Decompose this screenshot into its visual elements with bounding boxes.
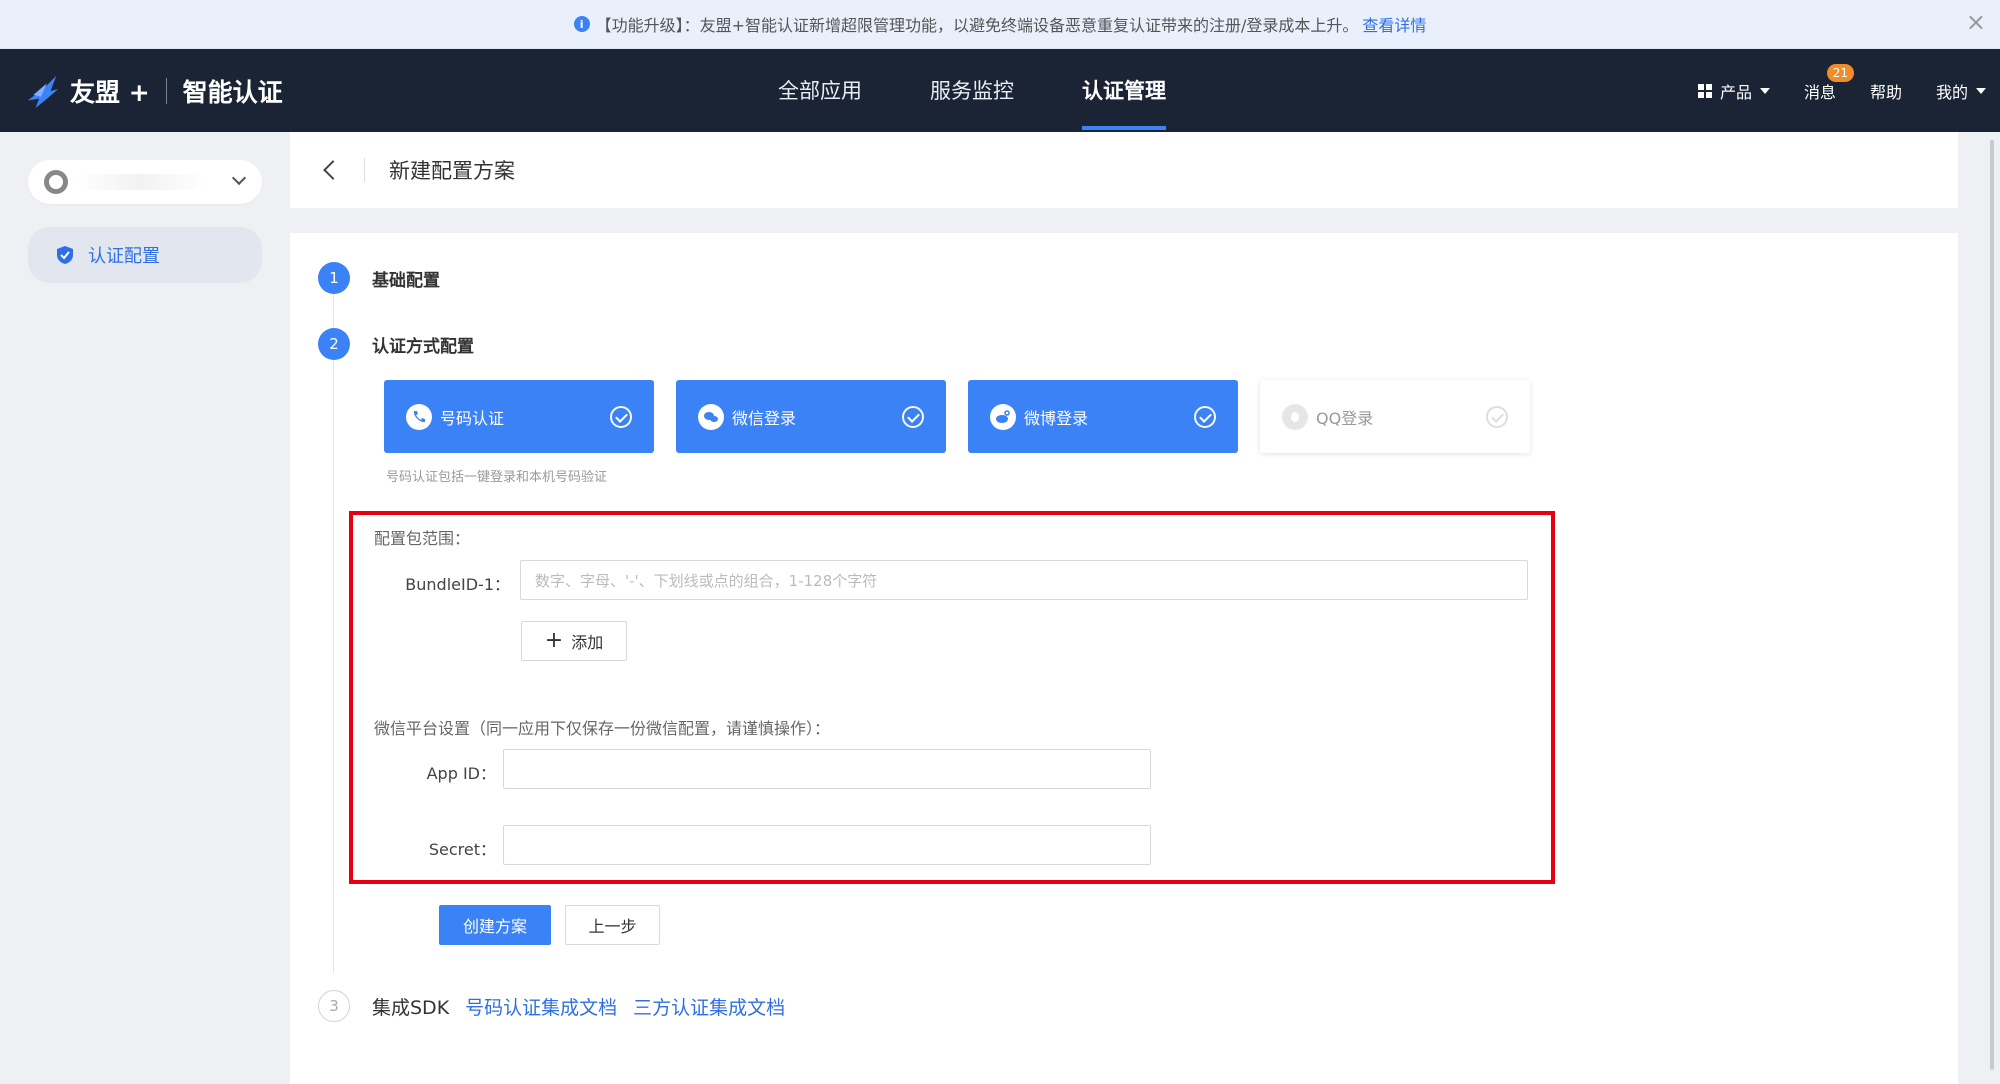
bundle-id-label: BundleID-1：	[405, 575, 510, 594]
bundle-section-title: 配置包范围：	[374, 529, 471, 548]
products-menu[interactable]: 产品	[1697, 79, 1770, 103]
app-logo-icon	[44, 170, 68, 194]
phone-icon	[406, 403, 432, 430]
page-scrollbar[interactable]	[1990, 140, 1994, 1070]
auth-card-wechat[interactable]: 微信登录	[676, 380, 946, 453]
messages-badge: 21	[1826, 63, 1854, 82]
shield-icon	[57, 246, 73, 264]
brand-logo[interactable]: 友盟 + 智能认证	[24, 69, 283, 113]
auth-card-label: 微博登录	[1024, 408, 1089, 428]
auth-hint: 号码认证包括一键登录和本机号码验证	[386, 470, 608, 485]
page-title: 新建配置方案	[389, 159, 515, 183]
caret-down-icon	[1976, 87, 1986, 94]
notice-bar: i 【功能升级】：友盟+智能认证新增超限管理功能，以避免终端设备恶意重复认证带来…	[0, 0, 2000, 49]
products-label: 产品	[1719, 82, 1752, 102]
auth-card-qq[interactable]: QQ登录	[1260, 380, 1530, 453]
help-label: 帮助	[1869, 82, 1902, 102]
notice-text: 【功能升级】：友盟+智能认证新增超限管理功能，以避免终端设备恶意重复认证带来的注…	[595, 16, 1359, 35]
chevron-down-icon	[231, 170, 247, 186]
third-party-auth-doc-link[interactable]: 三方认证集成文档	[633, 993, 785, 1020]
bundle-id-input[interactable]: 数字、字母、'-'、下划线或点的组合，1-128个字符	[520, 560, 1528, 600]
product-name: 智能认证	[182, 78, 283, 107]
app-name-redacted	[76, 174, 206, 190]
step-label: 认证方式配置	[372, 336, 474, 357]
close-icon[interactable]: ×	[1966, 10, 1986, 34]
phone-auth-doc-link[interactable]: 号码认证集成文档	[465, 993, 617, 1020]
mine-label: 我的	[1935, 82, 1968, 102]
steps-connector	[333, 293, 334, 973]
wechat-section-title: 微信平台设置（同一应用下仅保存一份微信配置，请谨慎操作）：	[374, 719, 831, 738]
check-circle-icon	[1194, 406, 1216, 428]
secret-input[interactable]	[503, 825, 1151, 865]
grid-icon	[1697, 83, 1712, 98]
step-basic-config: 1 基础配置	[318, 262, 440, 294]
step-number: 2	[318, 328, 350, 360]
tab-service-monitor[interactable]: 服务监控	[930, 49, 1014, 132]
step-number: 3	[318, 990, 350, 1022]
auth-card-label: 微信登录	[732, 408, 797, 428]
tab-auth-management[interactable]: 认证管理	[1082, 49, 1166, 132]
brand-name: 友盟 +	[70, 78, 150, 107]
page-header: 新建配置方案	[290, 132, 1958, 208]
check-circle-icon	[610, 406, 632, 428]
step-number: 1	[318, 262, 350, 294]
app-id-label: App ID：	[426, 764, 496, 783]
secret-label: Secret：	[428, 840, 496, 859]
auth-card-label: QQ登录	[1316, 408, 1374, 428]
config-form-card: 1 基础配置 2 认证方式配置 号码认证 微信登录 微博登录 QQ登录 号码认证…	[290, 233, 1958, 1084]
notice-details-link[interactable]: 查看详情	[1362, 12, 1426, 36]
sidebar-item-auth-config[interactable]: 认证配置	[28, 227, 262, 283]
app-selector[interactable]	[28, 160, 262, 204]
auth-card-label: 号码认证	[440, 408, 505, 428]
step-label: 基础配置	[372, 270, 440, 291]
caret-down-icon	[1759, 87, 1770, 94]
create-plan-button[interactable]: 创建方案	[439, 905, 551, 945]
check-circle-icon	[902, 406, 924, 428]
messages-button[interactable]: 消息 21	[1803, 63, 1854, 103]
qq-icon	[1282, 403, 1308, 430]
back-arrow-icon[interactable]	[323, 160, 343, 180]
sidebar-item-label: 认证配置	[88, 246, 160, 267]
wechat-icon	[698, 403, 724, 430]
messages-label: 消息	[1803, 82, 1836, 102]
umeng-bird-icon	[27, 75, 59, 109]
auth-method-cards: 号码认证 微信登录 微博登录 QQ登录	[384, 380, 1552, 453]
brand-divider	[165, 78, 167, 104]
info-icon: i	[573, 16, 590, 32]
step-auth-method-config: 2 认证方式配置	[318, 328, 474, 360]
auth-card-weibo[interactable]: 微博登录	[968, 380, 1238, 453]
auth-card-phone[interactable]: 号码认证	[384, 380, 654, 453]
app-id-input[interactable]	[503, 749, 1151, 789]
step-label: 集成SDK	[372, 996, 450, 1019]
main-tabs: 全部应用 服务监控 认证管理	[778, 49, 1234, 132]
step-integrate-sdk: 3 集成SDK 号码认证集成文档 三方认证集成文档	[318, 990, 785, 1022]
add-label: 添加	[571, 633, 604, 652]
top-nav: 友盟 + 智能认证 全部应用 服务监控 认证管理 产品 消息 21 帮助 我的	[0, 49, 2000, 132]
weibo-icon	[990, 403, 1016, 430]
add-bundle-button[interactable]: + 添加	[521, 621, 627, 661]
check-circle-icon	[1486, 406, 1508, 428]
nav-right: 产品 消息 21 帮助 我的	[1697, 49, 2000, 132]
mine-menu[interactable]: 我的	[1936, 79, 1986, 103]
tab-all-apps[interactable]: 全部应用	[778, 49, 862, 132]
prev-step-button[interactable]: 上一步	[565, 905, 660, 945]
header-divider	[364, 158, 365, 182]
plus-icon: +	[544, 628, 564, 653]
help-link[interactable]: 帮助	[1870, 79, 1902, 103]
